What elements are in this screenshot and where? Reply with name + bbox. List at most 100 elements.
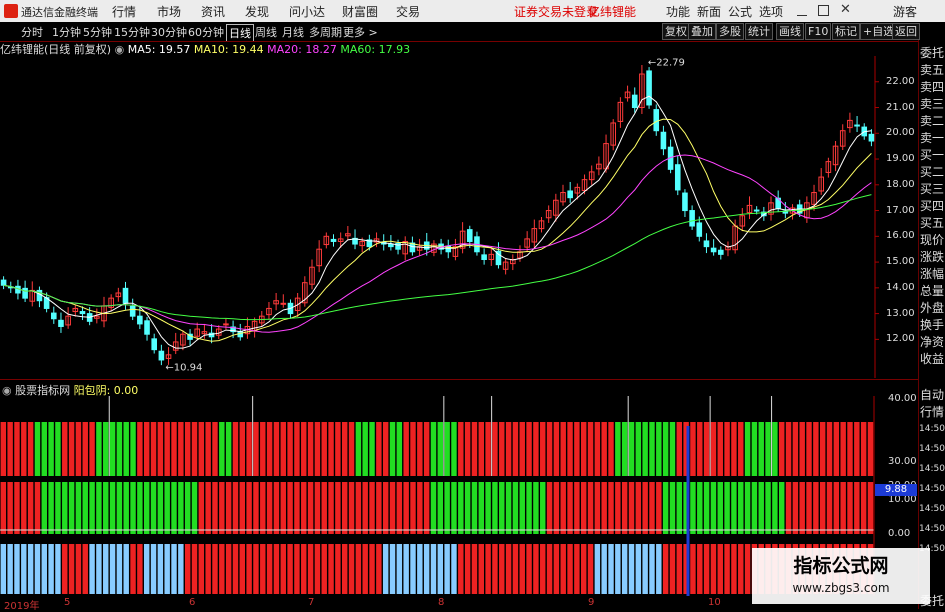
menu-item-trade[interactable]: 交易 (396, 3, 420, 20)
indicator-current-value: 9.88 (875, 484, 917, 496)
candle-body (280, 302, 287, 305)
tab-daily[interactable]: 日线 (226, 24, 254, 42)
indicator-bar (779, 482, 785, 534)
indicator-bar (301, 544, 307, 594)
indicator-bar (198, 482, 205, 534)
sidebar-item[interactable]: 收益 (919, 350, 945, 367)
indicator-bar (587, 422, 594, 476)
sidebar-item[interactable]: 买三 (919, 180, 945, 197)
indicator-bar (437, 544, 444, 594)
tab-5min[interactable]: 5分钟 (83, 24, 112, 40)
sidebar-item[interactable]: 净资 (919, 333, 945, 350)
tab-more[interactable]: 更多 > (343, 24, 378, 40)
indicator-bar (826, 482, 833, 534)
stats-button[interactable]: 统计 (745, 23, 773, 40)
menu-item-ask[interactable]: 问小达 (289, 3, 325, 20)
close-icon[interactable]: ✕ (840, 2, 851, 17)
menu-item-new-page[interactable]: 新面 (697, 3, 721, 20)
indicator-bar (130, 482, 136, 534)
indicator-bar (403, 422, 409, 476)
indicator-axis-tick: 30.00 (888, 456, 917, 467)
indicator-bar (137, 544, 143, 594)
menu-item-function[interactable]: 功能 (666, 3, 690, 20)
indicator-bar (574, 482, 580, 534)
minimize-icon[interactable] (797, 5, 807, 16)
menu-item-discover[interactable]: 发现 (245, 3, 269, 20)
indicator-bar (458, 544, 464, 594)
sidebar-item[interactable]: 涨幅 (919, 265, 945, 282)
sidebar-item[interactable]: 自动 (919, 386, 945, 403)
sidebar-item[interactable]: 换手 (919, 316, 945, 333)
f10-button[interactable]: F10 (805, 23, 832, 40)
menu-item-quotes[interactable]: 行情 (112, 3, 136, 20)
guest-label[interactable]: 游客 (893, 3, 917, 20)
candlestick-chart[interactable]: ←22.79 ←10.94 (0, 56, 880, 378)
menu-item-market[interactable]: 市场 (157, 3, 181, 20)
multi-stock-button[interactable]: 多股 (716, 23, 744, 40)
login-warning[interactable]: 证券交易未登录 (514, 3, 598, 20)
tab-30min[interactable]: 30分钟 (151, 24, 187, 40)
indicator-bar (669, 482, 676, 534)
candle-body (674, 164, 681, 191)
indicator-bar (14, 482, 20, 534)
indicator-bar (150, 422, 157, 476)
tab-weekly[interactable]: 周线 (255, 24, 277, 40)
back-button[interactable]: 返回 (892, 23, 920, 40)
indicator-bar (649, 422, 655, 476)
sidebar-item[interactable]: 行情 (919, 403, 945, 420)
indicator-bar (560, 422, 566, 476)
menu-item-wealth[interactable]: 财富圈 (342, 3, 378, 20)
sidebar-item[interactable]: 卖一 (919, 129, 945, 146)
mark-button[interactable]: 标记 (832, 23, 860, 40)
price-axis-tick: 13.00 (886, 307, 915, 319)
sidebar-item[interactable]: 买二 (919, 163, 945, 180)
overlay-button[interactable]: 叠加 (688, 23, 716, 40)
indicator-bar (813, 482, 819, 534)
tab-multi-period[interactable]: 多周期 (309, 24, 342, 40)
sidebar-item[interactable]: 现价 (919, 231, 945, 248)
indicator-chart[interactable] (0, 396, 876, 596)
sidebar-item[interactable]: 买一 (919, 146, 945, 163)
indicator-bar (34, 482, 41, 534)
adjust-button[interactable]: 复权 (662, 23, 690, 40)
sidebar-item[interactable]: 委托 (919, 44, 945, 61)
indicator-bar (697, 482, 703, 534)
sidebar-item[interactable]: 外盘 (919, 299, 945, 316)
settings-icon[interactable]: ◉ (115, 43, 125, 56)
sidebar-item[interactable]: 卖二 (919, 112, 945, 129)
candle-body (653, 109, 660, 132)
sidebar-item[interactable]: 卖三 (919, 95, 945, 112)
sidebar-item[interactable]: 卖五 (919, 61, 945, 78)
menu-item-options[interactable]: 选项 (759, 3, 783, 20)
indicator-bar (642, 482, 648, 534)
tab-monthly[interactable]: 月线 (282, 24, 304, 40)
menu-item-news[interactable]: 资讯 (201, 3, 225, 20)
tab-15min[interactable]: 15分钟 (114, 24, 150, 40)
indicator-bar (560, 544, 566, 594)
indicator-bar (301, 422, 307, 476)
candle-body (388, 243, 394, 248)
maximize-icon[interactable] (818, 5, 829, 16)
time-label-september: 9 (588, 597, 595, 608)
candle-body (696, 222, 703, 237)
indicator-bar (690, 482, 696, 534)
draw-button[interactable]: 画线 (776, 23, 804, 40)
tab-1min[interactable]: 1分钟 (52, 24, 81, 40)
indicator-bar (635, 544, 642, 594)
menu-item-formula[interactable]: 公式 (728, 3, 752, 20)
indicator-bar (430, 422, 437, 476)
tab-60min[interactable]: 60分钟 (188, 24, 224, 40)
sidebar-item[interactable]: 涨跌 (919, 248, 945, 265)
sidebar-item[interactable]: 卖四 (919, 78, 945, 95)
indicator-bar (505, 482, 512, 534)
indicator-bar (389, 422, 396, 476)
sidebar-item[interactable]: 总量 (919, 282, 945, 299)
candle-body (330, 238, 337, 242)
indicator-bar (294, 422, 300, 476)
sidebar-item[interactable]: 买四 (919, 197, 945, 214)
tab-intraday[interactable]: 分时 (21, 24, 43, 40)
indicator-bar (669, 422, 676, 476)
indicator-bar (410, 422, 416, 476)
sidebar-item[interactable]: 买五 (919, 214, 945, 231)
indicator-bar (389, 482, 396, 534)
